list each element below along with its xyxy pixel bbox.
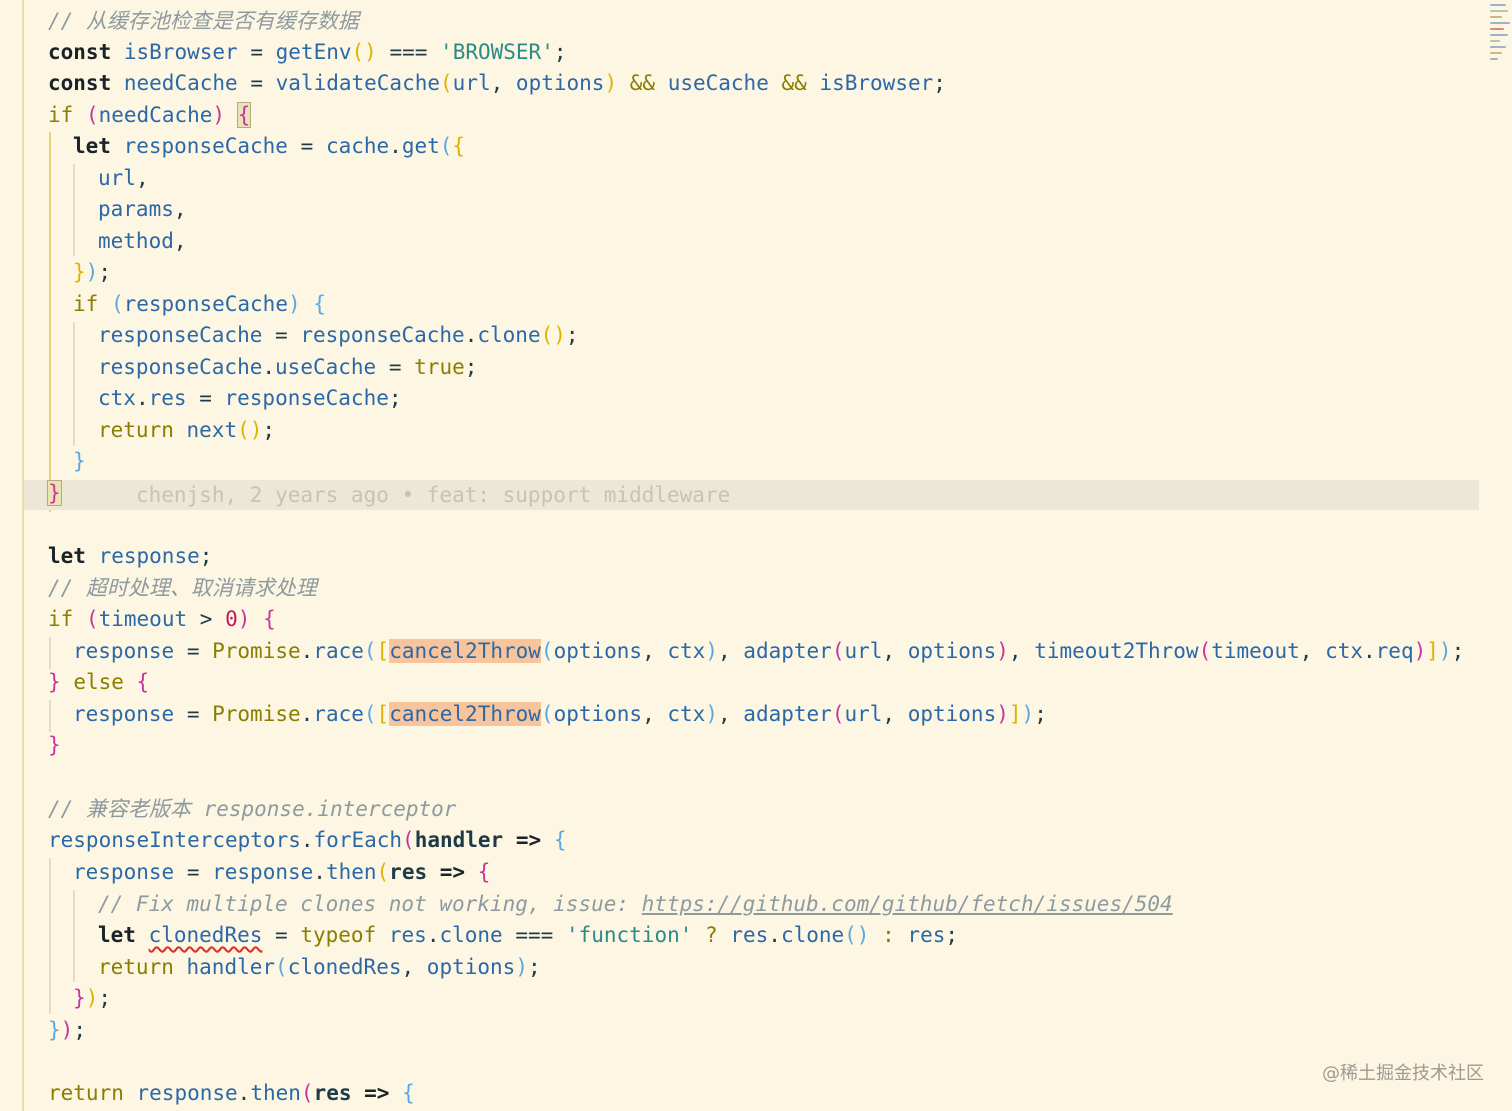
code-line[interactable]: return response.then(res => { — [48, 1077, 415, 1109]
code-line[interactable]: const needCache = validateCache(url, opt… — [48, 67, 946, 99]
number-literal: 0 — [225, 607, 238, 631]
lint-warning[interactable]: clonedRes — [149, 923, 263, 947]
code-line[interactable]: }); — [48, 1014, 86, 1046]
code-line[interactable]: // 从缓存池检查是否有缓存数据 — [48, 5, 359, 37]
code-line[interactable]: if (timeout > 0) { — [48, 603, 276, 635]
code-line[interactable]: // 兼容老版本 response.interceptor — [48, 793, 456, 825]
indent-guide — [49, 858, 51, 1014]
code-line[interactable]: params, — [98, 193, 187, 225]
string-literal: 'BROWSER' — [440, 40, 554, 64]
code-line[interactable]: } — [47, 477, 62, 509]
indent-guide — [49, 132, 51, 512]
code-line[interactable]: return next(); — [98, 414, 275, 446]
code-line[interactable]: url, — [98, 162, 149, 194]
code-line[interactable]: responseInterceptors.forEach(handler => … — [48, 824, 566, 856]
code-line[interactable]: } — [48, 729, 61, 761]
matched-brace: } — [47, 480, 62, 506]
code-line[interactable]: } — [73, 445, 86, 477]
code-line[interactable]: // 超时处理、取消请求处理 — [48, 572, 317, 604]
code-line[interactable]: method, — [98, 225, 187, 257]
string-literal: 'function' — [565, 923, 693, 947]
code-line[interactable]: response = Promise.race([cancel2Throw(op… — [73, 635, 1464, 667]
code-line[interactable]: const isBrowser = getEnv() === 'BROWSER'… — [48, 36, 567, 68]
code-line[interactable]: responseCache = responseCache.clone(); — [98, 319, 579, 351]
comment-link[interactable]: https://github.com/github/fetch/issues/5… — [642, 892, 1173, 916]
code-comment: // 兼容老版本 response.interceptor — [48, 797, 457, 821]
indent-guide — [73, 890, 75, 982]
code-line[interactable]: return handler(clonedRes, options); — [98, 951, 541, 983]
highlighted-symbol: cancel2Throw — [389, 702, 541, 726]
code-line[interactable]: let clonedRes = typeof res.clone === 'fu… — [98, 919, 958, 951]
indent-guide — [73, 164, 75, 256]
code-line[interactable]: response = Promise.race([cancel2Throw(op… — [73, 698, 1047, 730]
code-line[interactable]: if (needCache) { — [48, 99, 252, 131]
indent-guide — [49, 700, 51, 732]
watermark: @稀土掘金技术社区 — [1322, 1063, 1484, 1084]
code-line[interactable]: ctx.res = responseCache; — [98, 382, 402, 414]
code-editor[interactable]: // 从缓存池检查是否有缓存数据 const isBrowser = getEn… — [0, 0, 1512, 1111]
code-line[interactable]: } else { — [48, 666, 149, 698]
code-line[interactable]: let response; — [48, 540, 212, 572]
indent-guide — [73, 322, 75, 446]
code-comment: // 从缓存池检查是否有缓存数据 — [48, 9, 359, 33]
code-line[interactable]: if (responseCache) { — [73, 288, 326, 320]
code-line[interactable]: // Fix multiple clones not working, issu… — [98, 888, 1173, 920]
code-line[interactable]: let responseCache = cache.get({ — [73, 130, 465, 162]
minimap[interactable] — [1486, 0, 1512, 72]
highlighted-symbol: cancel2Throw — [389, 639, 541, 663]
code-line[interactable]: }); — [73, 982, 111, 1014]
indent-guide — [49, 637, 51, 669]
code-comment: // 超时处理、取消请求处理 — [48, 576, 317, 600]
code-line[interactable]: response = response.then(res => { — [73, 856, 490, 888]
git-blame-annotation: chenjsh, 2 years ago • feat: support mid… — [136, 483, 731, 507]
code-line[interactable]: }); — [73, 256, 111, 288]
gutter-change-marker — [22, 0, 24, 1111]
code-comment: // Fix multiple clones not working, issu… — [98, 892, 642, 916]
matched-brace: { — [236, 102, 252, 128]
code-line[interactable]: responseCache.useCache = true; — [98, 351, 477, 383]
